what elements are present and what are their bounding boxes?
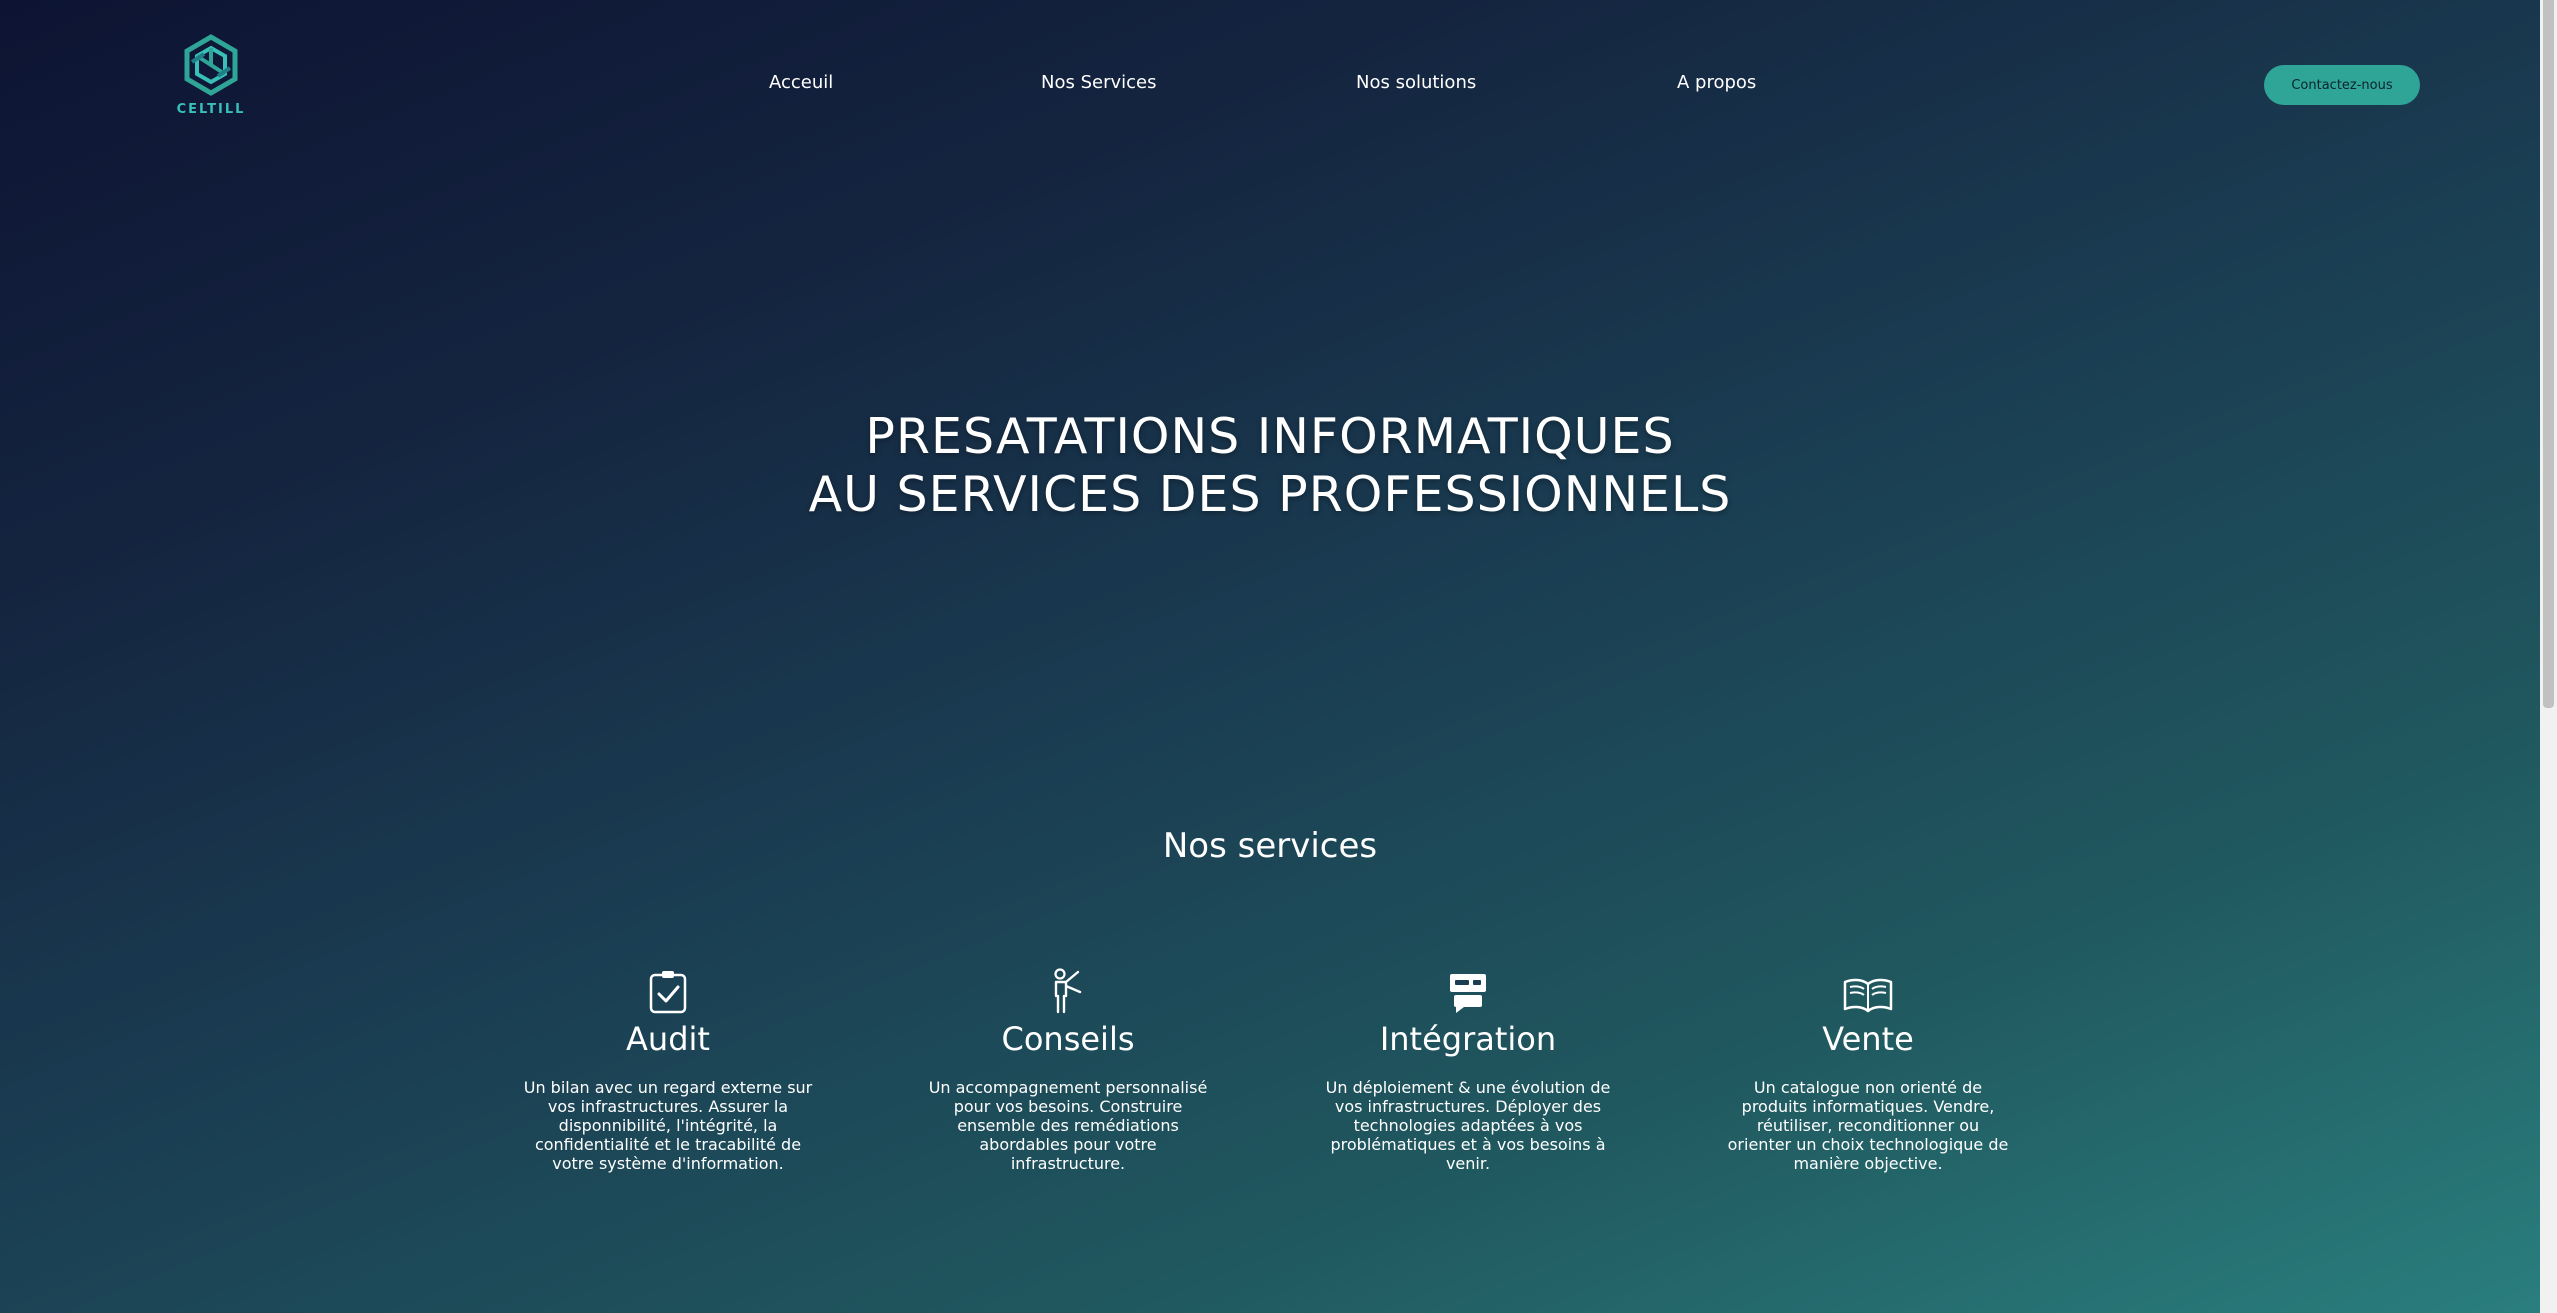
logo[interactable]: CELTILL — [172, 34, 250, 117]
clipboard-check-icon — [649, 971, 687, 1014]
server-icon — [1450, 974, 1486, 1013]
open-book-icon — [1843, 978, 1893, 1013]
service-name: Audit — [626, 1020, 710, 1058]
service-description: Un bilan avec un regard externe sur vos … — [523, 1078, 813, 1173]
service-card-conseils: Conseils Un accompagnement personnalisé … — [918, 968, 1218, 1173]
contact-button[interactable]: Contactez-nous — [2264, 65, 2420, 105]
nav-item-nos-solutions[interactable]: Nos solutions — [1356, 72, 1476, 93]
nav-item-acceuil[interactable]: Acceuil — [769, 72, 833, 93]
site-header: CELTILL Acceuil Nos Services Nos solutio… — [0, 0, 2540, 160]
services-section-title: Nos services — [1162, 826, 1378, 866]
service-description: Un déploiement & une évolution de vos in… — [1325, 1078, 1611, 1173]
hero-line-2: AU SERVICES DES PROFESSIONNELS — [808, 466, 1732, 523]
celtill-logo-icon — [184, 34, 238, 96]
hero-title: PRESATATIONS INFORMATIQUES AU SERVICES D… — [0, 408, 2540, 524]
service-description: Un catalogue non orienté de produits inf… — [1727, 1078, 2009, 1173]
service-card-integration: Intégration Un déploiement & une évoluti… — [1318, 968, 1618, 1173]
brand-name: CELTILL — [176, 102, 246, 117]
service-name: Intégration — [1379, 1020, 1557, 1058]
service-name: Vente — [1822, 1020, 1914, 1058]
service-description: Un accompagnement personnalisé pour vos … — [928, 1078, 1208, 1173]
service-name: Conseils — [1001, 1020, 1135, 1058]
person-waving-icon — [1054, 968, 1082, 1014]
page-scrollbar[interactable] — [2540, 0, 2557, 1313]
service-card-vente: Vente Un catalogue non orienté de produi… — [1718, 968, 2018, 1173]
service-card-audit: Audit Un bilan avec un regard externe su… — [518, 968, 818, 1173]
nav-item-nos-services[interactable]: Nos Services — [1041, 72, 1156, 93]
scrollbar-thumb[interactable] — [2543, 0, 2554, 708]
hero-line-1: PRESATATIONS INFORMATIQUES — [865, 408, 1675, 465]
nav-item-a-propos[interactable]: A propos — [1677, 72, 1756, 93]
